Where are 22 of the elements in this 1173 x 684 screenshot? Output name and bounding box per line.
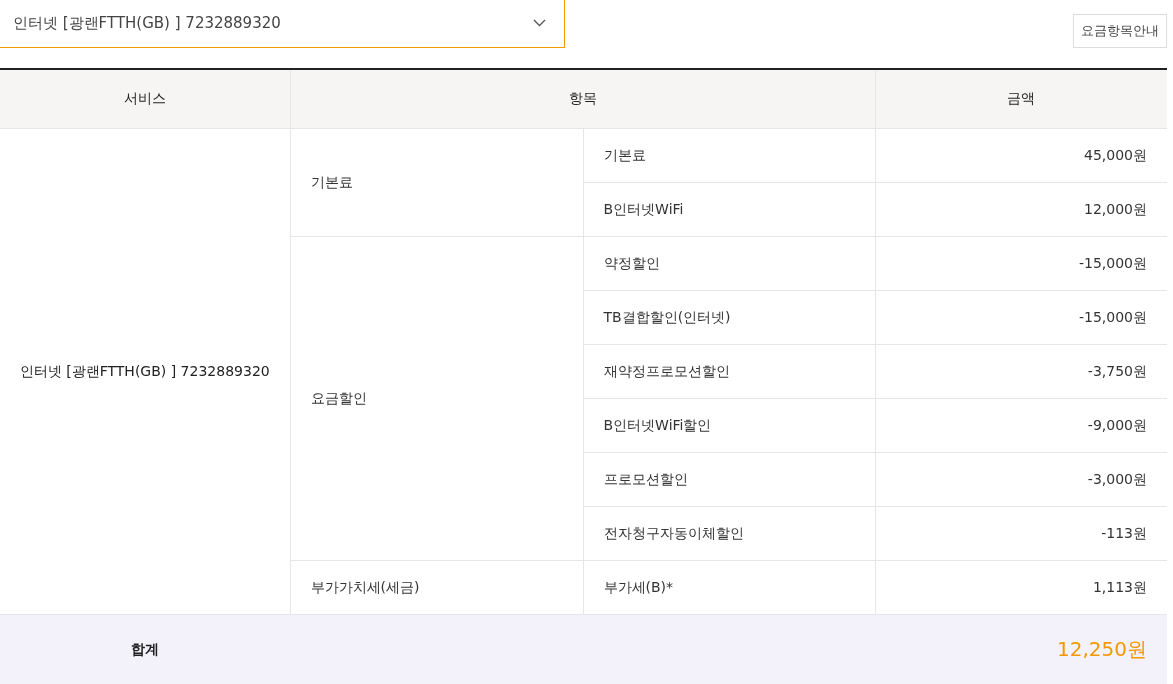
- category-cell: 기본료: [290, 128, 583, 237]
- item-cell: 프로모션할인: [583, 452, 875, 507]
- total-amount: 12,250원: [290, 614, 1167, 684]
- item-cell: TB결합할인(인터넷): [583, 290, 875, 345]
- item-cell: 부가세(B)*: [583, 560, 875, 615]
- amount-cell: 45,000원: [875, 128, 1167, 183]
- category-cell: 부가가치세(세금): [290, 560, 583, 615]
- item-cell: 재약정프로모션할인: [583, 344, 875, 399]
- column-header: 서비스: [0, 69, 290, 129]
- column-header: 금액: [875, 69, 1167, 129]
- total-label: 합계: [0, 614, 290, 684]
- item-cell: B인터넷WiFi할인: [583, 398, 875, 453]
- service-select[interactable]: 인터넷 [광랜FTTH(GB) ] 7232889320: [0, 0, 565, 48]
- service-cell: 인터넷 [광랜FTTH(GB) ] 7232889320: [0, 128, 290, 615]
- category-cell: 요금할인: [290, 236, 583, 561]
- item-cell: 전자청구자동이체할인: [583, 506, 875, 561]
- item-cell: 약정할인: [583, 236, 875, 291]
- fee-guide-button[interactable]: 요금항목안내: [1073, 14, 1167, 48]
- chevron-down-icon: [533, 19, 546, 27]
- item-cell: 기본료: [583, 128, 875, 183]
- column-header: 항목: [290, 69, 875, 129]
- item-cell: B인터넷WiFi: [583, 182, 875, 237]
